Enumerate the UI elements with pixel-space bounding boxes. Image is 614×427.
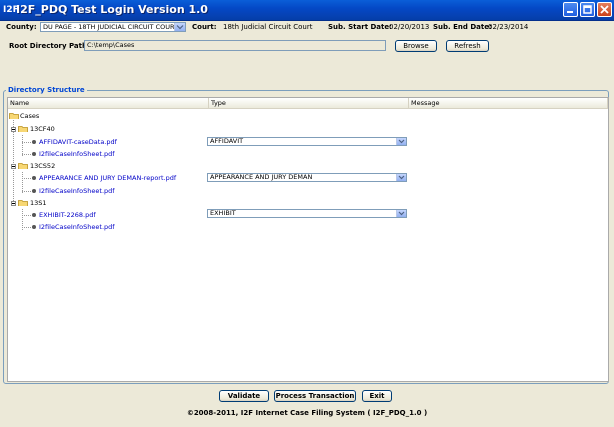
window-title: I2F_PDQ Test Login Version 1.0: [16, 3, 208, 16]
file-link[interactable]: AFFIDAVIT-caseData.pdf: [39, 137, 117, 147]
type-value: EXHIBIT: [210, 209, 236, 217]
refresh-button[interactable]: Refresh: [446, 40, 489, 52]
file-bullet-icon: [32, 140, 36, 144]
file-bullet-icon: [32, 176, 36, 180]
tree-line: [22, 227, 31, 228]
type-select[interactable]: APPEARANCE AND JURY DEMAN: [207, 173, 407, 182]
end-date-label: Sub. End Date:: [433, 23, 492, 31]
tree-line: [22, 191, 31, 192]
minimize-icon: [567, 11, 573, 13]
chevron-down-icon: [398, 211, 405, 216]
process-transaction-button[interactable]: Process Transaction: [274, 390, 356, 402]
collapse-icon[interactable]: [11, 127, 16, 132]
file-link[interactable]: APPEARANCE AND JURY DEMAN-report.pdf: [39, 173, 176, 183]
directory-group-title: Directory Structure: [6, 85, 87, 95]
app-icon: I2F: [3, 5, 19, 15]
file-bullet-icon: [32, 225, 36, 229]
maximize-icon: [583, 5, 592, 14]
county-select[interactable]: DU PAGE - 18TH JUDICIAL CIRCUIT COURT: [40, 22, 186, 32]
folder-label: 13CS52: [30, 162, 56, 170]
type-value: APPEARANCE AND JURY DEMAN: [210, 173, 313, 181]
browse-button[interactable]: Browse: [395, 40, 437, 52]
folder-open-icon: [9, 113, 19, 119]
type-value: AFFIDAVIT: [210, 137, 244, 145]
minimize-button[interactable]: [563, 2, 578, 17]
maximize-button[interactable]: [580, 2, 595, 17]
end-date-value: 02/23/2014: [488, 23, 529, 31]
exit-button[interactable]: Exit: [362, 390, 392, 402]
file-bullet-icon: [32, 189, 36, 193]
folder-open-icon: [18, 200, 28, 206]
type-select[interactable]: EXHIBIT: [207, 209, 407, 218]
chevron-down-icon: [398, 175, 405, 180]
file-link[interactable]: I2fileCaseInfoSheet.pdf: [39, 222, 115, 232]
collapse-icon[interactable]: [11, 164, 16, 169]
folder-open-icon: [18, 126, 28, 132]
column-message[interactable]: Message: [409, 98, 608, 108]
tree-line: [13, 120, 14, 203]
court-label: Court:: [192, 23, 217, 31]
collapse-icon[interactable]: [11, 201, 16, 206]
folder-label: Cases: [20, 112, 40, 120]
tree-line: [22, 135, 23, 156]
tree-line: [22, 178, 31, 179]
chevron-down-icon: [176, 25, 184, 30]
county-value: DU PAGE - 18TH JUDICIAL CIRCUIT COURT: [43, 23, 178, 31]
file-link[interactable]: I2fileCaseInfoSheet.pdf: [39, 149, 115, 159]
start-date-label: Sub. Start Date:: [328, 23, 392, 31]
file-link[interactable]: EXHIBIT-2268.pdf: [39, 210, 96, 220]
footer-copyright: ©2008-2011, I2F Internet Case Filing Sys…: [186, 409, 428, 417]
directory-tree[interactable]: Name Type Message Cases 13CF40 AFFIDAVIT…: [7, 97, 609, 382]
folder-open-icon: [18, 163, 28, 169]
type-dropdown-button[interactable]: [396, 174, 406, 181]
tree-line: [22, 172, 23, 193]
file-bullet-icon: [32, 152, 36, 156]
close-icon: [600, 5, 609, 14]
column-type[interactable]: Type: [209, 98, 409, 108]
start-date-value: 02/20/2013: [389, 23, 430, 31]
title-bar[interactable]: I2F I2F_PDQ Test Login Version 1.0: [0, 0, 614, 21]
tree-line: [22, 154, 31, 155]
column-name[interactable]: Name: [8, 98, 209, 108]
county-dropdown-button[interactable]: [174, 23, 185, 31]
file-link[interactable]: I2fileCaseInfoSheet.pdf: [39, 186, 115, 196]
validate-button[interactable]: Validate: [219, 390, 269, 402]
type-dropdown-button[interactable]: [396, 210, 406, 217]
close-button[interactable]: [597, 2, 612, 17]
file-bullet-icon: [32, 213, 36, 217]
root-path-input[interactable]: C:\temp\Cases: [84, 40, 386, 51]
folder-label: 13S1: [30, 199, 47, 207]
county-label: County:: [6, 23, 37, 31]
court-value: 18th Judicial Circuit Court: [223, 23, 313, 31]
chevron-down-icon: [398, 139, 405, 144]
tree-header: Name Type Message: [8, 98, 608, 109]
root-path-value: C:\temp\Cases: [87, 41, 135, 49]
tree-line: [22, 215, 31, 216]
tree-line: [22, 142, 31, 143]
type-select[interactable]: AFFIDAVIT: [207, 137, 407, 146]
root-path-label: Root Directory Path: [9, 42, 87, 50]
type-dropdown-button[interactable]: [396, 138, 406, 145]
folder-label: 13CF40: [30, 125, 55, 133]
